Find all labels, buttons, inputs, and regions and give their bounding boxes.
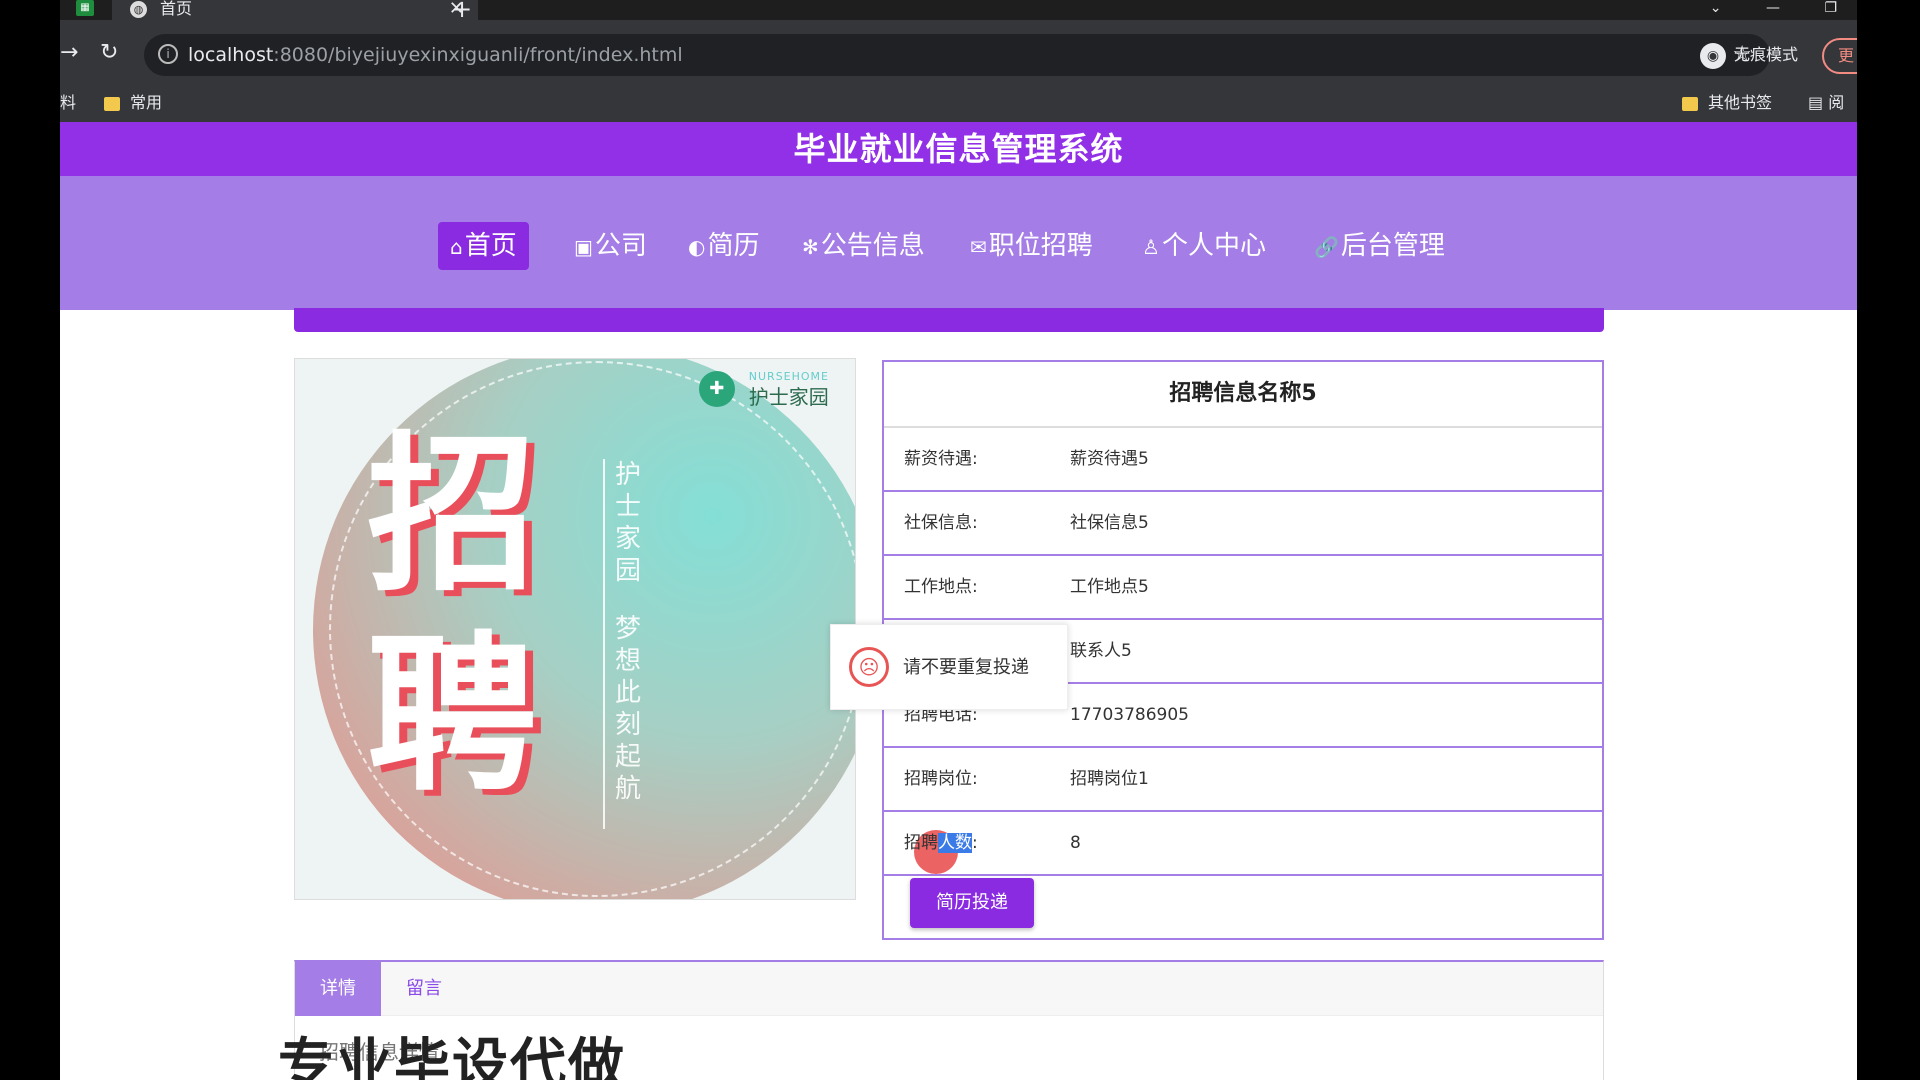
reload-icon[interactable]: ↻ (100, 42, 118, 64)
row-label: 招聘人数: (904, 833, 978, 853)
web-page: 毕业就业信息管理系统 ⌂首页 ▣公司 ◐简历 ✻公告信息 ✉职位招聘 ♙个人中心… (60, 122, 1857, 1080)
browser-tab[interactable]: ◍ 首页 ✕ (112, 0, 478, 20)
job-title: 招聘信息名称5 (884, 362, 1602, 428)
address-url[interactable]: localhost:8080/biyejiuyexinxiguanli/fron… (188, 44, 683, 66)
site-title: 毕业就业信息管理系统 (60, 122, 1857, 176)
table-row: 招聘岗位: 招聘岗位1 (884, 748, 1602, 812)
row-value: 联系人5 (1070, 641, 1132, 661)
update-button[interactable]: 更 (1822, 38, 1857, 74)
row-label: 招聘岗位: (904, 769, 978, 789)
bookmark-folder-common[interactable]: 常用 (104, 94, 162, 112)
reading-list-icon: ▤ (1808, 93, 1829, 112)
table-row: 薪资待遇: 薪资待遇5 (884, 428, 1602, 492)
row-value: 17703786905 (1070, 705, 1189, 725)
poster-big-char-1: 招 (367, 417, 538, 615)
incognito-icon: ◉ (1700, 42, 1726, 69)
tab-comments[interactable]: 留言 (381, 962, 467, 1016)
nav-item-jobs[interactable]: ✉职位招聘 (958, 222, 1105, 270)
poster-vertical-text-2: 梦想此刻起航 (614, 614, 641, 804)
minimize-icon[interactable]: — (1766, 0, 1780, 16)
nav-item-company[interactable]: ▣公司 (562, 222, 659, 270)
gift-icon: ▣ (574, 235, 593, 259)
row-label: 社保信息: (904, 513, 978, 533)
globe-icon: ◍ (130, 1, 147, 18)
row-value: 工作地点5 (1070, 577, 1149, 597)
submit-resume-button[interactable]: 简历投递 (910, 878, 1034, 928)
poster-big-char-2: 聘 (367, 617, 538, 815)
table-row: 社保信息: 社保信息5 (884, 492, 1602, 556)
poster-vertical-text-1: 护士家园 (614, 460, 641, 586)
link-icon: 🔗 (1314, 235, 1339, 259)
main-nav: ⌂首页 ▣公司 ◐简历 ✻公告信息 ✉职位招聘 ♙个人中心 🔗后台管理 (60, 176, 1857, 310)
tab-title: 首页 (160, 0, 193, 18)
row-value: 招聘岗位1 (1070, 769, 1149, 789)
address-bar[interactable]: i localhost:8080/biyejiuyexinxiguanli/fr… (144, 34, 1770, 76)
section-divider-bar (294, 308, 1604, 332)
user-icon: ♙ (1142, 235, 1160, 259)
tab-search-icon[interactable]: ⌄ (1710, 0, 1722, 16)
toast-text: 请不要重复投递 (903, 657, 1029, 678)
restore-icon[interactable]: ❐ (1824, 0, 1837, 16)
incognito-indicator[interactable]: ◉ 无痕模式 (1700, 42, 1798, 69)
reading-list[interactable]: ▤ 阅 (1808, 94, 1844, 112)
nursehome-logo-icon: ✚ (698, 371, 735, 407)
selected-text: 人数 (938, 833, 972, 853)
gear-icon: ✻ (802, 235, 819, 259)
bookmarks-bar: 料 常用 其他书签 ▤ 阅 (60, 84, 1857, 122)
sad-face-icon: ☹ (849, 647, 889, 687)
nav-item-admin[interactable]: 🔗后台管理 (1302, 222, 1457, 270)
nursehome-logo: ✚ NURSEHOME 护士家园 (698, 367, 829, 407)
row-value: 社保信息5 (1070, 513, 1149, 533)
watermark-text: 专业毕设代做 (278, 1033, 626, 1080)
poster-divider-line (603, 459, 605, 829)
row-value: 8 (1070, 833, 1081, 853)
forward-icon[interactable]: → (60, 42, 78, 64)
bookmark-partial[interactable]: 料 (60, 94, 76, 112)
toast-message: ☹ 请不要重复投递 (830, 624, 1068, 710)
palette-icon: ◐ (688, 235, 706, 259)
window-controls: ⌄ — ❐ (1670, 0, 1837, 16)
nav-item-resume[interactable]: ◐简历 (676, 222, 771, 270)
home-icon: ⌂ (450, 235, 463, 259)
tab-bar: ▦ ◍ 首页 ✕ + ⌄ — ❐ (60, 0, 1857, 21)
table-row: 工作地点: 工作地点5 (884, 556, 1602, 620)
info-icon[interactable]: i (158, 44, 178, 64)
table-row: 招聘人数: 8 (884, 812, 1602, 876)
nav-item-home[interactable]: ⌂首页 (438, 222, 529, 270)
row-label: 工作地点: (904, 577, 978, 597)
mail-icon: ✉ (970, 235, 987, 259)
tab-details[interactable]: 详情 (295, 962, 381, 1016)
browser-window: ▦ ◍ 首页 ✕ + ⌄ — ❐ → ↻ i localhost:8080/bi… (60, 0, 1857, 1080)
folder-icon (1682, 96, 1698, 111)
sheets-app-icon[interactable]: ▦ (76, 0, 94, 16)
row-label: 薪资待遇: (904, 449, 978, 469)
job-poster-image: ✚ NURSEHOME 护士家园 招 聘 护士家园 梦想此刻起航 (294, 358, 856, 900)
nav-item-notice[interactable]: ✻公告信息 (790, 222, 937, 270)
nav-item-personal-center[interactable]: ♙个人中心 (1130, 222, 1278, 270)
bookmark-folder-other[interactable]: 其他书签 (1682, 94, 1772, 112)
new-tab-button[interactable]: + (452, 0, 472, 21)
folder-icon (104, 96, 120, 111)
row-value: 薪资待遇5 (1070, 449, 1149, 469)
browser-toolbar: → ↻ i localhost:8080/biyejiuyexinxiguanl… (60, 20, 1857, 92)
tab-header: 详情 留言 (295, 962, 1603, 1016)
